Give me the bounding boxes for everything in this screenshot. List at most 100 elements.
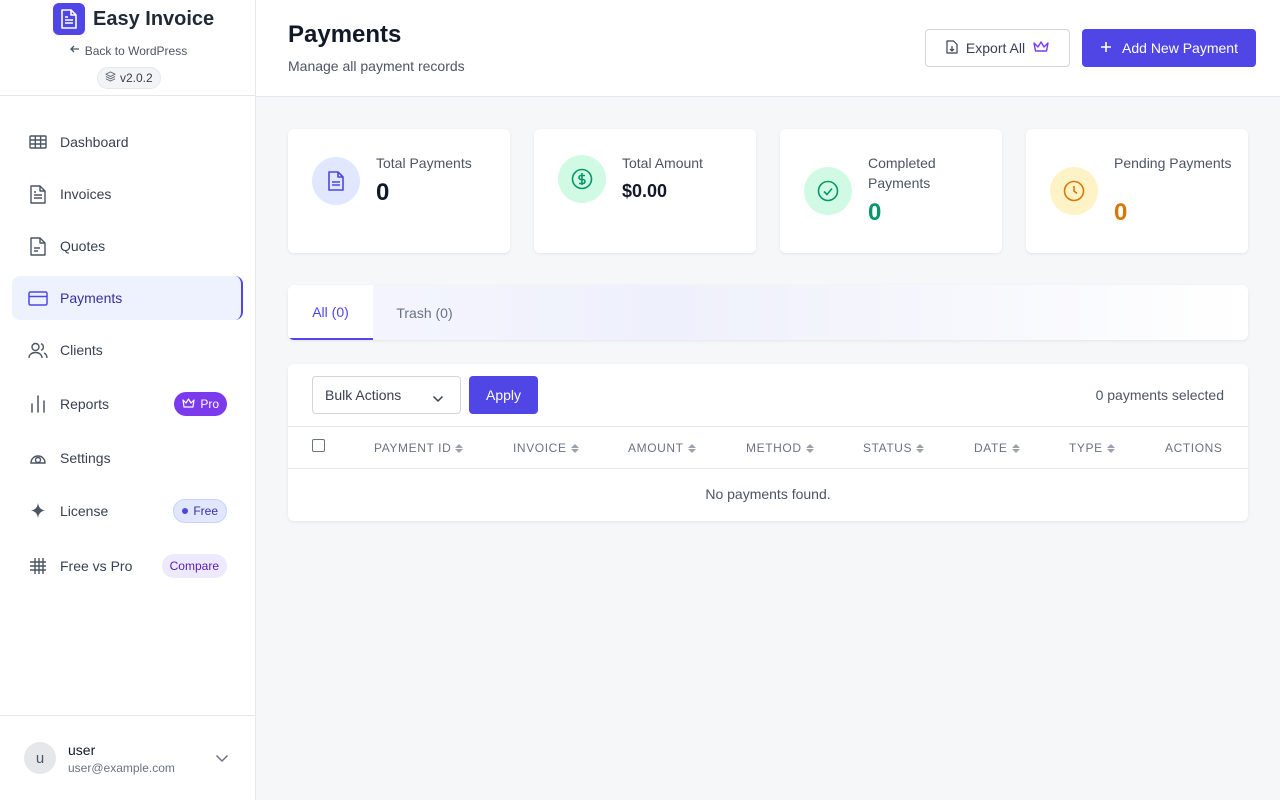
stat-value: $0.00 — [622, 181, 668, 201]
column-method[interactable]: METHOD — [746, 441, 814, 455]
sidebar: Easy Invoice Back to WordPress v2.0.2 Da… — [0, 0, 256, 800]
add-new-payment-label: Add New Payment — [1122, 40, 1238, 56]
sidebar-item-invoices[interactable]: Invoices — [12, 172, 243, 216]
page-subtitle: Manage all payment records — [288, 58, 465, 74]
crown-icon — [1033, 40, 1049, 56]
stat-value: 0 — [376, 179, 390, 206]
compare-grid-icon — [28, 556, 48, 576]
brand-header: Easy Invoice Back to WordPress v2.0.2 — [0, 0, 255, 96]
compare-badge: Compare — [161, 554, 227, 578]
sidebar-item-license[interactable]: License Free — [12, 489, 243, 533]
stat-label: Completed Payments — [868, 155, 936, 191]
free-badge-label: Free — [193, 504, 218, 518]
sidebar-item-reports[interactable]: Reports Pro — [12, 382, 243, 426]
bar-chart-icon — [28, 394, 48, 414]
chevron-down-icon[interactable] — [215, 750, 229, 768]
select-all-checkbox[interactable] — [312, 439, 325, 452]
file-text-icon — [28, 184, 48, 204]
sidebar-item-payments[interactable]: Payments — [12, 276, 243, 320]
version-label: v2.0.2 — [120, 71, 153, 85]
sidebar-item-label: License — [60, 503, 109, 519]
version-badge: v2.0.2 — [97, 67, 161, 89]
column-invoice[interactable]: INVOICE — [513, 441, 579, 455]
pro-badge: Pro — [174, 392, 227, 416]
sidebar-item-label: Settings — [60, 450, 111, 466]
column-payment-id[interactable]: PAYMENT ID — [374, 441, 464, 455]
column-type[interactable]: TYPE — [1069, 441, 1115, 455]
column-date[interactable]: DATE — [974, 441, 1020, 455]
sidebar-item-label: Free vs Pro — [60, 558, 133, 574]
sidebar-item-settings[interactable]: Settings — [12, 436, 243, 480]
sort-icon — [455, 443, 464, 453]
sidebar-item-free-vs-pro[interactable]: Free vs Pro Compare — [12, 544, 243, 588]
sidebar-item-label: Payments — [60, 290, 123, 306]
invoice-logo-icon — [53, 3, 85, 35]
dollar-circle-icon — [558, 155, 606, 203]
column-status[interactable]: STATUS — [863, 441, 925, 455]
apply-button[interactable]: Apply — [469, 376, 538, 414]
clock-icon — [1050, 167, 1098, 215]
column-label: ACTIONS — [1165, 441, 1223, 455]
sort-icon — [916, 443, 925, 453]
column-label: DATE — [974, 441, 1008, 455]
stat-label: Total Payments — [376, 155, 472, 171]
sidebar-item-label: Clients — [60, 342, 103, 358]
sidebar-item-label: Invoices — [60, 186, 112, 202]
add-new-payment-button[interactable]: Add New Payment — [1082, 29, 1256, 67]
table-header: PAYMENT ID INVOICE AMOUNT METHOD STATUS … — [288, 426, 1248, 469]
sidebar-item-quotes[interactable]: Quotes — [12, 224, 243, 268]
tab-all[interactable]: All (0) — [288, 285, 373, 340]
column-label: STATUS — [863, 441, 913, 455]
avatar: u — [24, 742, 56, 774]
sort-icon — [805, 443, 814, 453]
bulk-actions-select[interactable]: Bulk Actions — [312, 376, 461, 414]
arrow-left-icon — [69, 43, 81, 58]
check-circle-icon — [804, 167, 852, 215]
layers-icon — [105, 71, 116, 85]
payment-tabs: All (0) Trash (0) — [288, 285, 1248, 340]
stat-label: Pending Payments — [1114, 155, 1232, 171]
stat-label: Total Amount — [622, 155, 703, 171]
sidebar-item-label: Reports — [60, 396, 110, 412]
stat-card-total-amount: Total Amount $0.00 — [534, 129, 756, 253]
plus-icon — [1100, 40, 1112, 56]
sort-icon — [1011, 443, 1020, 453]
tab-trash[interactable]: Trash (0) — [373, 285, 476, 340]
chevron-down-icon — [432, 390, 444, 406]
bulk-actions-label: Bulk Actions — [325, 387, 402, 403]
stat-card-total-payments: Total Payments 0 — [288, 129, 510, 253]
pro-badge-label: Pro — [200, 397, 219, 411]
column-label: PAYMENT ID — [374, 441, 452, 455]
users-icon — [28, 340, 48, 360]
brand-name: Easy Invoice — [93, 7, 215, 30]
credit-card-icon — [28, 288, 48, 308]
export-all-label: Export All — [965, 40, 1026, 56]
free-badge: Free — [173, 499, 227, 523]
brand-link[interactable]: Easy Invoice — [53, 3, 214, 35]
column-label: INVOICE — [513, 441, 567, 455]
crown-icon — [182, 397, 195, 411]
payments-table-card: Bulk Actions Apply 0 payments selected P… — [288, 364, 1248, 521]
column-actions: ACTIONS — [1165, 441, 1223, 455]
file-text-icon — [312, 157, 360, 205]
sparkle-icon — [28, 501, 48, 521]
grid-icon — [28, 132, 48, 152]
sidebar-item-clients[interactable]: Clients — [12, 328, 243, 372]
column-label: METHOD — [746, 441, 802, 455]
sidebar-item-dashboard[interactable]: Dashboard — [12, 120, 243, 164]
export-all-button[interactable]: Export All — [925, 29, 1070, 67]
page-header: Payments Manage all payment records Expo… — [256, 0, 1280, 97]
user-email: user@example.com — [68, 761, 175, 775]
empty-state-message: No payments found. — [705, 486, 831, 502]
gear-icon — [28, 448, 48, 468]
user-name: user — [68, 742, 96, 758]
selected-count: 0 payments selected — [1095, 387, 1224, 403]
user-menu[interactable]: u user user@example.com — [0, 715, 256, 800]
sort-icon — [687, 443, 696, 453]
stat-card-completed-payments: Completed Payments 0 — [780, 129, 1002, 253]
sort-icon — [1106, 443, 1115, 453]
file-export-icon — [946, 39, 958, 57]
back-to-wordpress-link[interactable]: Back to WordPress — [0, 43, 256, 58]
column-amount[interactable]: AMOUNT — [628, 441, 696, 455]
stat-value: 0 — [1114, 199, 1128, 226]
